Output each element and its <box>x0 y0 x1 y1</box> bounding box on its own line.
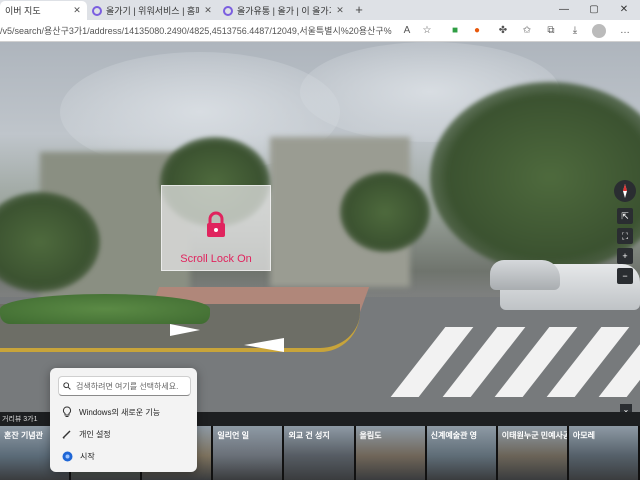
new-tab-button[interactable]: + <box>352 1 366 19</box>
thumbnail-title: 혼잔 기념관 <box>4 431 44 440</box>
browser-tab-bar: 이버 지도 ✕ 올가기 | 위워서비스 | 홈페디 ✕ 올가유통 | 올가 | … <box>0 0 640 20</box>
zoom-out-button[interactable]: − <box>617 268 633 284</box>
read-aloud-icon[interactable]: A <box>400 24 414 38</box>
compass-icon[interactable] <box>614 180 636 202</box>
popup-item-label: 개인 설정 <box>79 429 111 439</box>
close-tab-icon[interactable]: ✕ <box>335 5 345 16</box>
thumbnail-title: 이태원누군 민예사공원 <box>501 431 567 440</box>
thumbnail-title: 외교 건 성지 <box>288 431 330 440</box>
tab-title: 올가유통 | 올가 | 이 올가기 <box>237 6 331 16</box>
lightbulb-icon <box>62 406 72 417</box>
thumbnail-title: 올림도 <box>359 431 382 440</box>
favorites-icon[interactable]: ✩ <box>520 24 534 38</box>
tab-olga-2[interactable]: 올가유통 | 올가 | 이 올가기 ✕ <box>218 1 350 20</box>
maximize-button[interactable]: ▢ <box>579 0 609 20</box>
search-icon <box>63 382 71 390</box>
close-window-button[interactable]: ✕ <box>609 0 639 20</box>
tab-title: 이버 지도 <box>5 6 41 16</box>
windows-search-popup: Windows의 새로운 기능 개인 설정 시작 <box>50 368 197 472</box>
hedge <box>0 294 210 324</box>
street-view-thumbnail[interactable]: 아모레 <box>568 426 638 480</box>
screen: 이버 지도 ✕ 올가기 | 위워서비스 | 홈페디 ✕ 올가유통 | 올가 | … <box>0 0 640 480</box>
street-view-thumbnail[interactable]: 외교 건 성지 <box>284 426 354 480</box>
favicon-icon <box>92 5 102 16</box>
url-field[interactable]: /v5/search/용산구3가1/address/14135080.2490/… <box>0 24 392 38</box>
tree <box>340 172 430 252</box>
extension-icon[interactable]: ● <box>470 24 484 38</box>
extension-icon[interactable]: ■ <box>448 24 462 38</box>
zoom-in-button[interactable]: + <box>617 248 633 264</box>
minimize-button[interactable]: — <box>549 0 579 20</box>
tab-olga-1[interactable]: 올가기 | 위워서비스 | 홈페디 ✕ <box>87 1 218 20</box>
favorite-star-icon[interactable]: ☆ <box>420 24 434 38</box>
popup-item-label: 시작 <box>80 451 95 461</box>
thumbnail-title: 아모레 <box>572 431 595 440</box>
thumbnail-title: 신계예술관 영 <box>430 431 478 440</box>
tab-title: 올가기 | 위워서비스 | 홈페디 <box>106 6 199 16</box>
close-tab-icon[interactable]: ✕ <box>72 5 82 16</box>
street-view-thumbnail[interactable]: 이태원누군 민예사공원 <box>497 426 567 480</box>
lock-icon <box>207 211 225 237</box>
scroll-lock-overlay: Scroll Lock On <box>161 185 271 271</box>
pencil-icon <box>62 430 71 439</box>
popup-item-personalize[interactable]: 개인 설정 <box>58 425 191 443</box>
popup-item-get-started[interactable]: 시작 <box>58 447 191 465</box>
scroll-lock-label: Scroll Lock On <box>180 253 252 265</box>
street-view-thumbnail[interactable]: 신계예술관 영 <box>426 426 496 480</box>
profile-avatar-icon[interactable] <box>592 24 606 38</box>
street-view-thumbnail[interactable]: 올림도 <box>355 426 425 480</box>
fullscreen-icon[interactable]: ⛶ <box>617 228 633 244</box>
move-forward-arrow-icon[interactable] <box>170 324 200 336</box>
popup-item-whats-new[interactable]: Windows의 새로운 기능 <box>58 403 191 421</box>
collections-icon[interactable]: ⧉ <box>544 24 558 38</box>
downloads-icon[interactable]: ⤓ <box>568 24 582 38</box>
street-view-panorama[interactable]: Scroll Lock On ⇱ ⛶ + − <box>0 42 640 412</box>
move-forward-arrow-icon[interactable] <box>244 338 284 352</box>
thumbnail-title: 일리언 일 <box>217 431 249 440</box>
compass-needle-icon <box>623 184 627 198</box>
search-input[interactable] <box>76 381 186 391</box>
parked-car <box>490 260 560 290</box>
strip-header-label: 거리뷰 3가1 <box>2 416 38 423</box>
extensions-puzzle-icon[interactable]: ✤ <box>496 24 510 38</box>
more-menu-icon[interactable]: … <box>618 24 632 38</box>
start-icon <box>62 451 73 461</box>
favicon-icon <box>223 5 233 16</box>
popup-search-box[interactable] <box>58 376 191 396</box>
tab-naver-map[interactable]: 이버 지도 ✕ <box>0 1 87 20</box>
share-icon[interactable]: ⇱ <box>617 208 633 224</box>
close-tab-icon[interactable]: ✕ <box>203 5 213 16</box>
address-bar: /v5/search/용산구3가1/address/14135080.2490/… <box>0 20 640 42</box>
popup-item-label: Windows의 새로운 기능 <box>79 407 161 417</box>
street-view-thumbnail[interactable]: 일리언 일 <box>213 426 283 480</box>
